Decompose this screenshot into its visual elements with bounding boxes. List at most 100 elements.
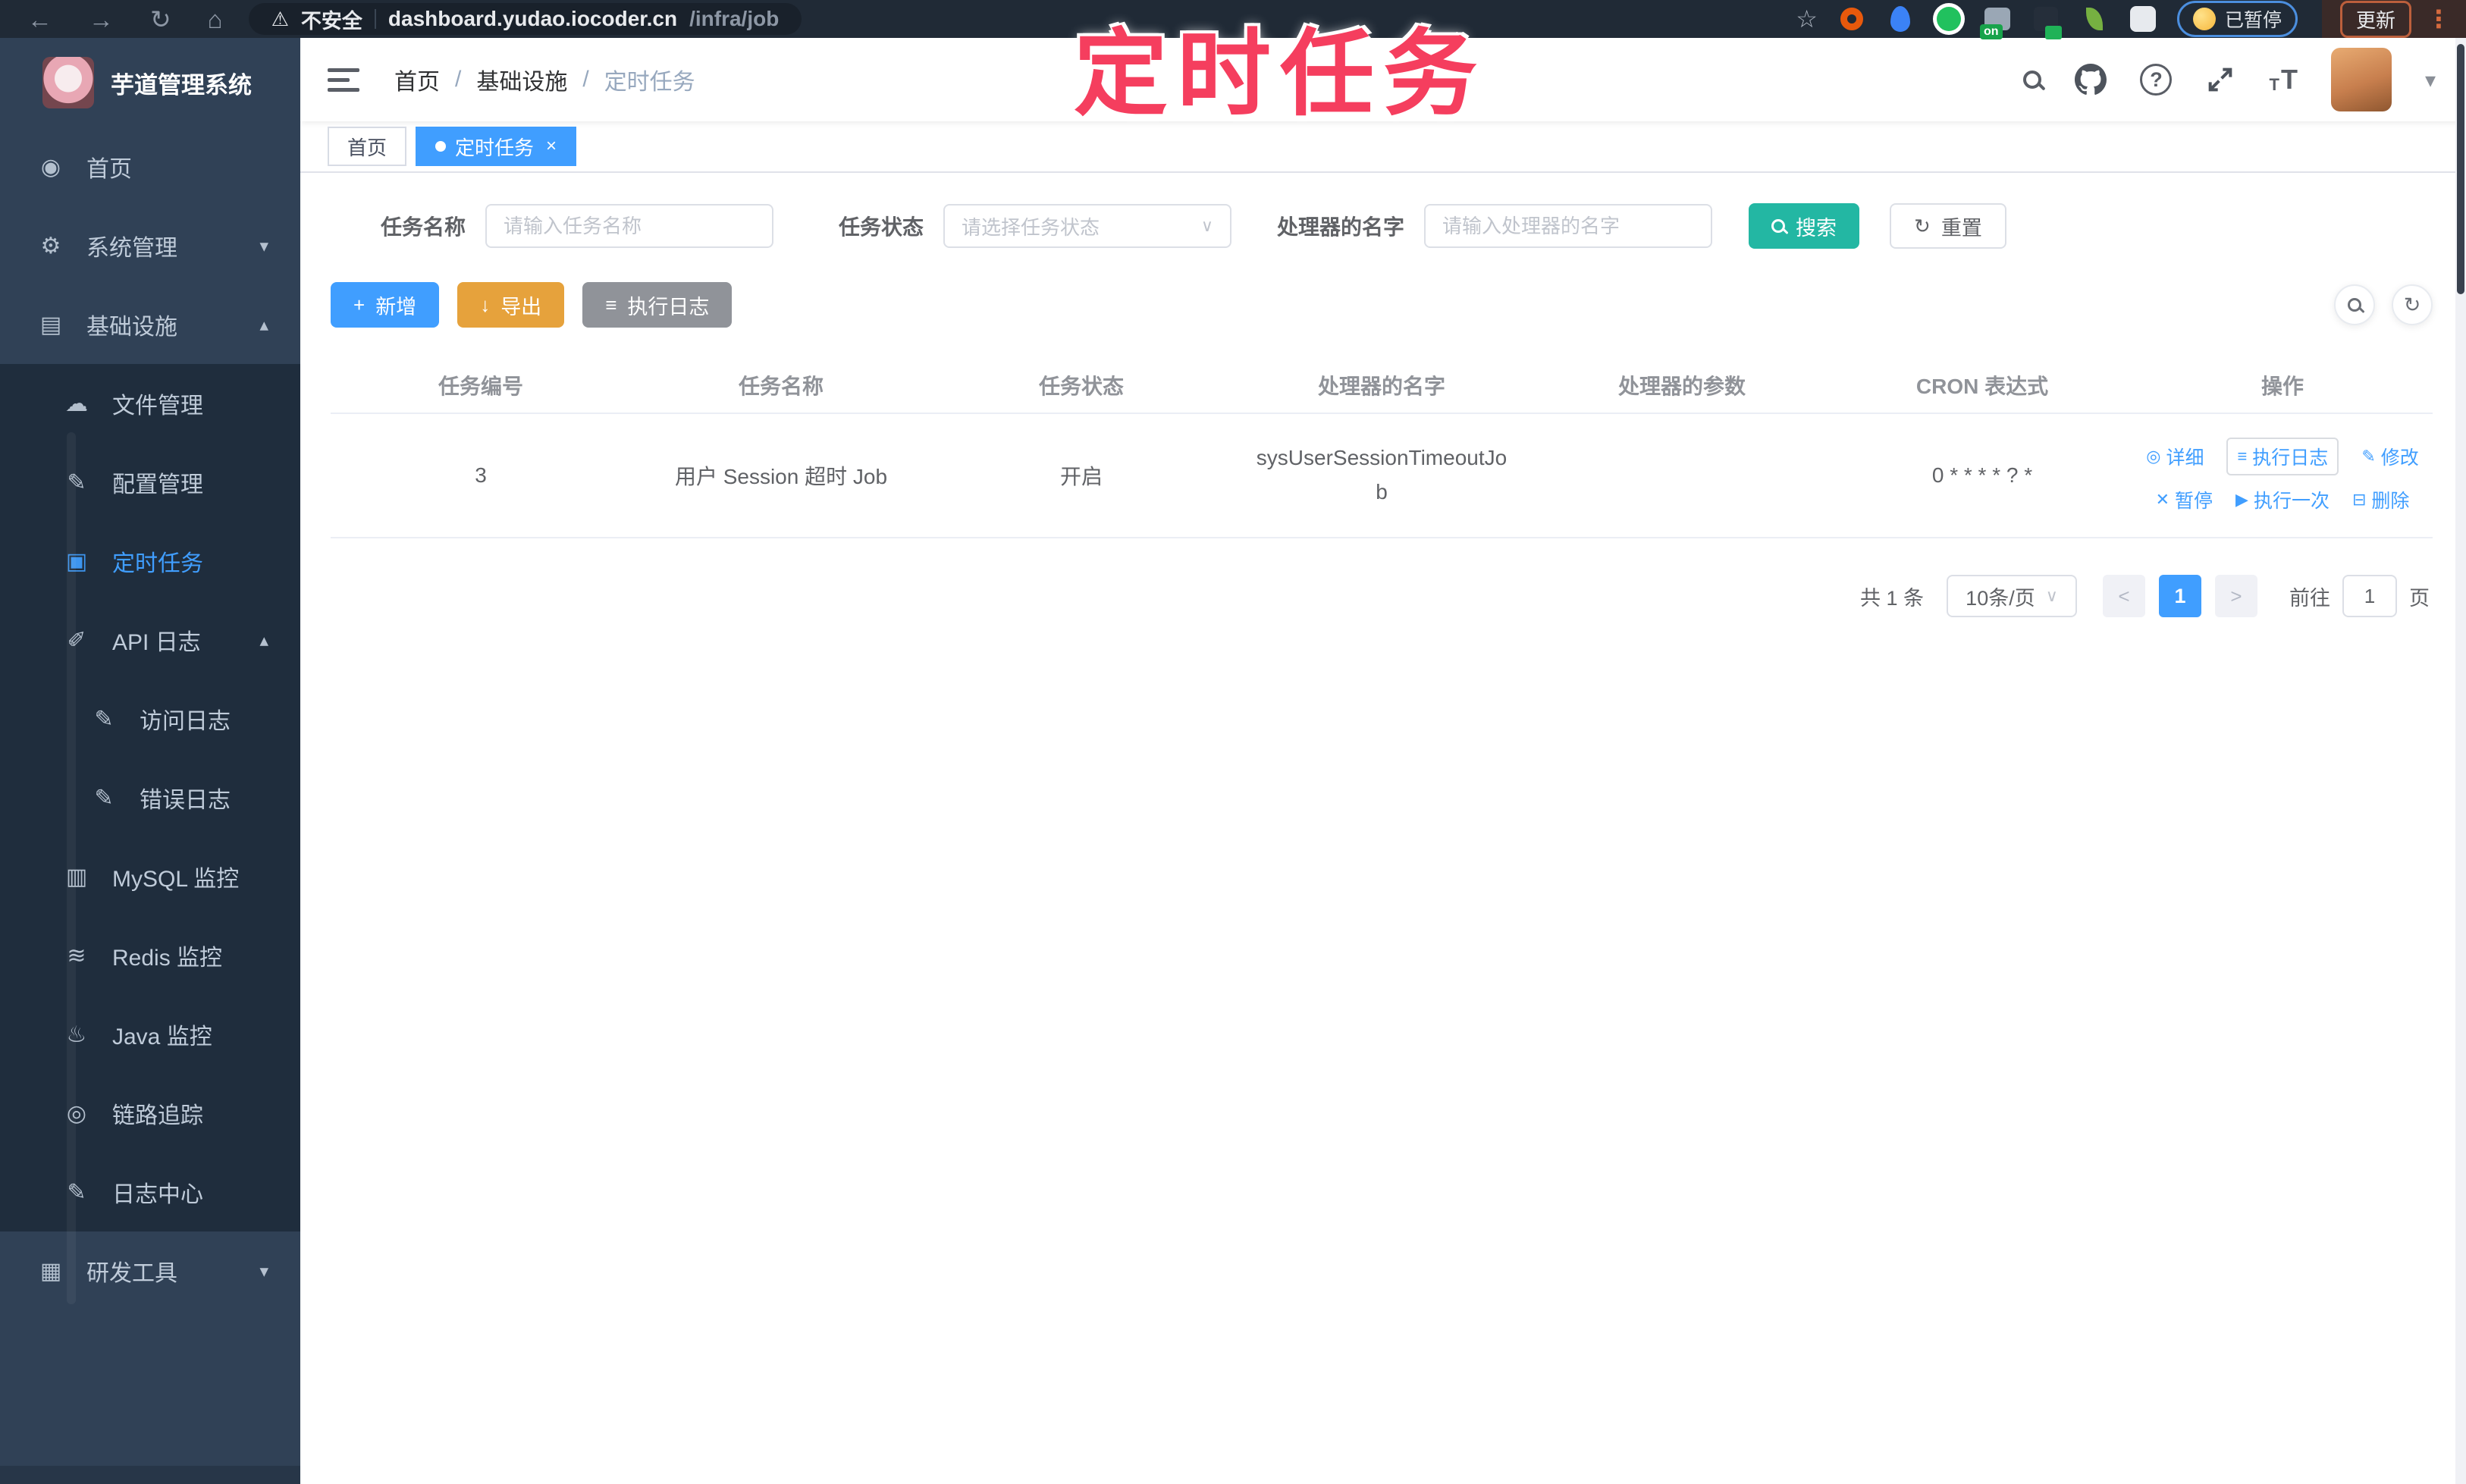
next-page-button[interactable]: > — [2215, 575, 2257, 617]
sidebar-item-config-management[interactable]: ✎ 配置管理 — [0, 443, 300, 522]
breadcrumb-infrastructure[interactable]: 基础设施 — [476, 63, 567, 96]
sidebar-item-error-log[interactable]: ✎ 错误日志 — [0, 758, 300, 837]
cell-job-name: 用户 Session 超时 Job — [674, 465, 888, 488]
col-handler-params: 处理器的参数 — [1617, 375, 1746, 398]
avatar-caret-icon[interactable]: ▾ — [2425, 67, 2436, 93]
page-scrollbar[interactable] — [2455, 38, 2466, 1484]
java-icon: ♨ — [66, 1021, 87, 1047]
profile-emoji-icon — [2192, 8, 2216, 30]
breadcrumb-home[interactable]: 首页 — [394, 63, 440, 96]
page-size-select[interactable]: 10条/页 ∨ — [1947, 575, 2077, 617]
chevron-up-icon: ▴ — [259, 629, 268, 650]
action-edit[interactable]: ✎ 修改 — [2361, 443, 2418, 470]
sidebar-item-java-monitor[interactable]: ♨ Java 监控 — [0, 995, 300, 1074]
fullscreen-icon[interactable] — [2205, 64, 2235, 95]
total-count: 共 1 条 — [1859, 586, 1924, 610]
tab-home[interactable]: 首页 — [328, 127, 407, 166]
job-name-label: 任务名称 — [381, 215, 466, 239]
select-placeholder: 请选择任务状态 — [962, 215, 1100, 239]
browser-menu-icon[interactable]: ⋮ — [2427, 5, 2451, 33]
action-pause[interactable]: ✕ 暂停 — [2156, 486, 2213, 513]
sidebar: 芋道管理系统 ◉ 首页 ⚙ 系统管理 ▾ ▤ 基础设施 ▴ ☁ 文件管理 ✎ 配… — [0, 38, 300, 1484]
extension-puzzle-on-icon[interactable]: on — [1979, 5, 2012, 39]
search-icon[interactable] — [2023, 71, 2042, 89]
green-circle-icon — [1936, 7, 1961, 31]
col-job-status: 任务状态 — [1038, 375, 1124, 398]
url-host: dashboard.yudao.iocoder.cn — [387, 7, 678, 30]
github-icon[interactable] — [2075, 64, 2107, 96]
extension-green-icon[interactable] — [1934, 5, 1963, 33]
update-button[interactable]: 更新 — [2339, 0, 2411, 38]
sidebar-item-log-center[interactable]: ✎ 日志中心 — [0, 1153, 300, 1231]
profile-paused-chip[interactable]: 已暂停 — [2176, 1, 2298, 37]
job-name-input[interactable] — [485, 204, 774, 248]
sidebar-item-label: 研发工具 — [86, 1261, 177, 1286]
sidebar-item-system-management[interactable]: ⚙ 系统管理 ▾ — [0, 206, 300, 285]
job-status-label: 任务状态 — [839, 215, 924, 239]
export-button[interactable]: ↓ 导出 — [457, 282, 565, 328]
refresh-table-button[interactable]: ↻ — [2392, 284, 2433, 325]
url-path: /infra/job — [689, 7, 780, 30]
reload-icon[interactable]: ↻ — [150, 7, 171, 32]
avatar[interactable] — [2330, 48, 2392, 111]
address-bar[interactable]: ⚠ 不安全 dashboard.yudao.iocoder.cn/infra/j… — [248, 3, 802, 35]
extensions-puzzle-icon[interactable] — [2129, 5, 2157, 33]
col-job-name: 任务名称 — [738, 375, 824, 398]
extension-blue-icon[interactable] — [1886, 5, 1915, 33]
table-tools: ↻ — [2334, 284, 2433, 325]
close-icon[interactable]: × — [546, 136, 557, 157]
prev-page-button[interactable]: < — [2103, 575, 2145, 617]
sidebar-item-scheduled-tasks[interactable]: ▣ 定时任务 — [0, 522, 300, 601]
goto-page-input[interactable] — [2342, 575, 2397, 617]
scrollbar-thumb[interactable] — [2457, 44, 2464, 294]
extension-orange-icon[interactable] — [1837, 5, 1866, 33]
eye-icon: ◎ — [2146, 447, 2161, 466]
hamburger-icon[interactable] — [328, 67, 359, 92]
sidebar-item-label: Java 监控 — [112, 1024, 212, 1049]
home-icon[interactable]: ⌂ — [208, 7, 223, 32]
action-run-once[interactable]: ▶ 执行一次 — [2235, 486, 2330, 513]
sidebar-item-api-log[interactable]: ✐ API 日志 ▴ — [0, 601, 300, 679]
sidebar-item-label: 日志中心 — [112, 1182, 203, 1207]
sidebar-item-dashboard[interactable]: ◉ 首页 — [0, 127, 300, 206]
font-size-icon[interactable]: TT — [2269, 66, 2297, 93]
toggle-search-button[interactable] — [2334, 284, 2375, 325]
bookmark-star-icon[interactable]: ☆ — [1796, 5, 1818, 33]
sidebar-item-file-management[interactable]: ☁ 文件管理 — [0, 364, 300, 443]
exec-log-button[interactable]: ≡ 执行日志 — [582, 282, 733, 328]
help-icon[interactable]: ? — [2140, 64, 2173, 96]
cell-cron: 0 * * * * ? * — [1931, 463, 2033, 487]
tab-scheduled-tasks[interactable]: 定时任务 × — [416, 127, 577, 166]
reset-button[interactable]: ↻ 重置 — [1890, 203, 2006, 249]
sidebar-item-dev-tools[interactable]: ▦ 研发工具 ▾ — [0, 1231, 300, 1310]
annotation-text: 定时任务 — [1074, 22, 1487, 127]
sidebar-scrollbar[interactable] — [67, 432, 76, 1304]
add-button[interactable]: + 新增 — [331, 282, 440, 328]
back-icon[interactable]: ← — [27, 7, 52, 32]
sidebar-item-infrastructure[interactable]: ▤ 基础设施 ▴ — [0, 285, 300, 364]
refresh-icon: ↻ — [1914, 215, 1931, 237]
action-delete[interactable]: ⊟ 删除 — [2352, 486, 2409, 513]
search-button[interactable]: 搜索 — [1749, 203, 1860, 249]
extension-dark-icon[interactable] — [2031, 5, 2062, 39]
current-page-button[interactable]: 1 — [2159, 575, 2201, 617]
toolbar-row: + 新增 ↓ 导出 ≡ 执行日志 ↻ — [331, 282, 2433, 328]
extension-leaf-icon[interactable] — [2080, 5, 2109, 33]
action-detail[interactable]: ◎ 详细 — [2146, 443, 2204, 470]
breadcrumb: 首页 / 基础设施 / 定时任务 — [394, 63, 695, 96]
content: 任务名称 任务状态 请选择任务状态 ∨ 处理器的名字 搜索 ↻ 重置 — [300, 173, 2466, 617]
sidebar-item-mysql-monitor[interactable]: ▥ MySQL 监控 — [0, 837, 300, 916]
paused-label: 已暂停 — [2224, 10, 2282, 31]
sidebar-item-access-log[interactable]: ✎ 访问日志 — [0, 679, 300, 758]
green-label-icon — [2044, 26, 2062, 39]
action-exec-log[interactable]: ≡ 执行日志 — [2226, 438, 2339, 475]
cell-actions: ◎ 详细 ≡ 执行日志 ✎ 修改 ✕ 暂停 ▶ 执行一次 ⊟ 删除 — [2132, 438, 2433, 513]
logo-row[interactable]: 芋道管理系统 — [0, 38, 300, 127]
handler-name-input[interactable] — [1424, 204, 1713, 248]
sidebar-item-trace[interactable]: ◎ 链路追踪 — [0, 1074, 300, 1153]
doc-icon: ✎ — [94, 706, 114, 732]
forward-icon[interactable]: → — [89, 7, 114, 32]
edit-icon: ✎ — [67, 469, 86, 495]
sidebar-item-redis-monitor[interactable]: ≋ Redis 监控 — [0, 916, 300, 995]
job-status-select[interactable]: 请选择任务状态 ∨ — [943, 204, 1232, 248]
